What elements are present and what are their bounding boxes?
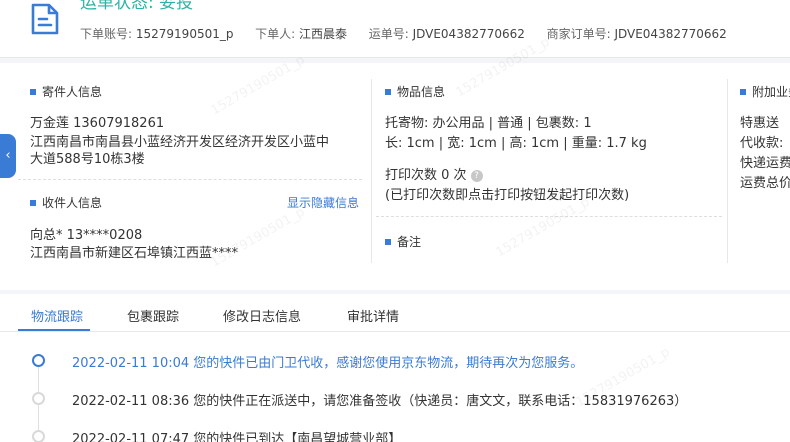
print-count: 打印次数 0 次?	[385, 164, 483, 183]
waybill-status-title: 运单状态: 妥投	[80, 0, 194, 13]
divider	[18, 179, 362, 180]
timeline-dot-active	[32, 354, 45, 367]
extra-item: 运费总价	[740, 176, 790, 191]
tab-package-tracking[interactable]: 包裹跟踪	[127, 306, 179, 325]
tab-change-log[interactable]: 修改日志信息	[223, 306, 301, 325]
tracking-event: 2022-02-11 07:47 您的快件已到达【南昌望城营业部】	[0, 422, 790, 442]
print-note: (已打印次数即点击打印按钮发起打印次数)	[385, 188, 630, 203]
tab-bar: 物流跟踪 包裹跟踪 修改日志信息 审批详情	[0, 294, 790, 332]
receiver-name-phone: 向总* 13****0208	[30, 228, 143, 243]
tracking-event-text: 2022-02-11 10:04 您的快件已由门卫代收，感谢您使用京东物流，期待…	[72, 356, 584, 371]
receiver-section-title: 收件人信息	[30, 194, 102, 211]
divider	[376, 216, 722, 217]
extra-section-title: 附加业务	[740, 83, 790, 100]
extra-item: 代收款:	[740, 136, 784, 151]
tab-approval-details[interactable]: 审批详情	[347, 306, 399, 325]
orderer-value: 江西晨泰	[299, 27, 348, 41]
order-account-value: 15279190501_p	[135, 27, 234, 41]
sender-address-line2: 大道588号10栋3楼	[30, 152, 145, 167]
timeline-dot	[32, 392, 45, 405]
merchant-order-label: 商家订单号:	[546, 27, 611, 41]
merchant-order-value: JDVE04382770662	[614, 27, 727, 41]
help-icon[interactable]: ?	[470, 170, 483, 182]
tab-logistics-tracking[interactable]: 物流跟踪	[31, 306, 83, 325]
column-divider	[371, 79, 372, 263]
show-hidden-info-link[interactable]: 显示隐藏信息	[287, 194, 359, 211]
sender-section-title: 寄件人信息	[30, 83, 102, 100]
chevron-left-icon: ‹	[5, 148, 11, 163]
tracking-event: 2022-02-11 10:04 您的快件已由门卫代收，感谢您使用京东物流，期待…	[0, 346, 790, 382]
tracking-event: 2022-02-11 08:36 您的快件正在派送中，请您准备签收（快递员：唐文…	[0, 384, 790, 420]
column-divider	[727, 79, 728, 263]
waybill-value: JDVE04382770662	[412, 27, 525, 41]
orderer-label: 下单人:	[255, 27, 296, 41]
tracking-card: 物流跟踪 包裹跟踪 修改日志信息 审批详情 2022-02-11 10:04 您…	[0, 294, 790, 442]
active-tab-indicator	[18, 329, 90, 331]
timeline-dot	[32, 430, 45, 442]
remark-section-title: 备注	[385, 233, 421, 250]
print-count-text: 打印次数 0 次	[385, 168, 467, 183]
document-icon	[31, 3, 59, 35]
extra-item: 快递运费	[740, 156, 790, 171]
collapse-sidebar-tab[interactable]: ‹	[0, 134, 16, 178]
goods-line-1: 托寄物: 办公用品 | 普通 | 包裹数: 1	[385, 116, 592, 131]
goods-line-2: 长: 1cm | 宽: 1cm | 高: 1cm | 重量: 1.7 kg	[385, 136, 647, 151]
tracking-event-text: 2022-02-11 08:36 您的快件正在派送中，请您准备签收（快递员：唐文…	[72, 394, 688, 409]
receiver-address: 江西南昌市新建区石埠镇江西蓝****	[30, 246, 239, 261]
goods-section-title: 物品信息	[385, 83, 445, 100]
tracking-event-text: 2022-02-11 07:47 您的快件已到达【南昌望城营业部】	[72, 432, 402, 442]
extra-item: 特惠送	[740, 116, 780, 131]
shipment-info-card: 寄件人信息 万金莲 13607918261 江西南昌市南昌县小蓝经济开发区经济开…	[0, 63, 790, 290]
order-meta-row: 下单账号: 15279190501_p 下单人: 江西晨泰 运单号: JDVE0…	[80, 25, 727, 42]
order-account-label: 下单账号:	[80, 27, 133, 41]
waybill-label: 运单号:	[368, 27, 409, 41]
order-header: 运单状态: 妥投 下单账号: 15279190501_p 下单人: 江西晨泰 运…	[0, 0, 790, 58]
sender-name-phone: 万金莲 13607918261	[30, 116, 165, 131]
